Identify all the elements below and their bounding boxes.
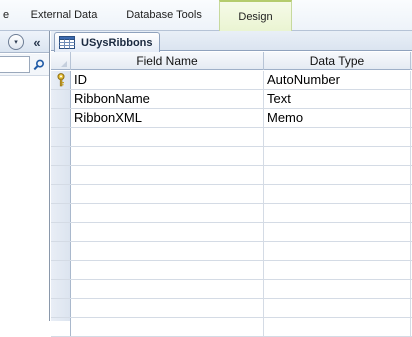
table-row[interactable] — [51, 185, 412, 204]
data-type-cell[interactable] — [264, 242, 411, 260]
row-selector[interactable] — [51, 299, 71, 317]
field-name-cell[interactable]: RibbonName — [71, 90, 264, 108]
field-name-cell[interactable] — [71, 223, 264, 241]
table-row[interactable]: ID AutoNumber — [51, 71, 412, 90]
table-icon — [59, 36, 75, 49]
select-all-corner[interactable] — [51, 52, 71, 70]
navigation-pane: ▾ « — [0, 31, 50, 321]
field-name-cell[interactable] — [71, 280, 264, 298]
data-type-cell[interactable] — [264, 147, 411, 165]
data-type-cell[interactable] — [264, 185, 411, 203]
search-icon[interactable] — [31, 56, 47, 73]
row-selector[interactable] — [51, 128, 71, 146]
table-row[interactable] — [51, 242, 412, 261]
data-type-cell[interactable]: Text — [264, 90, 411, 108]
field-name-cell[interactable]: RibbonXML — [71, 109, 264, 127]
column-header-field-name[interactable]: Field Name — [71, 52, 264, 70]
chevron-down-icon[interactable]: ▾ — [8, 34, 24, 50]
data-type-cell[interactable] — [264, 204, 411, 222]
row-selector[interactable] — [51, 147, 71, 165]
data-type-cell[interactable] — [264, 223, 411, 241]
data-type-cell[interactable]: Memo — [264, 109, 411, 127]
data-type-cell[interactable] — [264, 166, 411, 184]
nav-search-bar — [0, 54, 49, 76]
row-selector[interactable] — [51, 223, 71, 241]
row-selector[interactable] — [51, 166, 71, 184]
ribbon-tab-database-tools[interactable]: Database Tools — [118, 0, 210, 31]
table-row[interactable] — [51, 223, 412, 242]
search-input[interactable] — [0, 56, 30, 73]
field-name-cell[interactable] — [71, 166, 264, 184]
column-header-data-type[interactable]: Data Type — [264, 52, 411, 70]
row-selector[interactable] — [51, 242, 71, 260]
ribbon-tab-bar: e External Data Database Tools Design — [0, 0, 412, 31]
row-selector[interactable] — [51, 185, 71, 203]
field-name-cell[interactable] — [71, 261, 264, 279]
table-row[interactable] — [51, 280, 412, 299]
document-area: USysRibbons Field Name Data Type ID AutoN… — [51, 31, 412, 337]
grid-header-row: Field Name Data Type — [51, 52, 412, 70]
ribbon-tab-external-data[interactable]: External Data — [22, 0, 106, 31]
data-type-cell[interactable] — [264, 299, 411, 317]
nav-pane-header: ▾ « — [0, 31, 49, 53]
row-selector[interactable] — [51, 204, 71, 222]
row-selector[interactable] — [51, 90, 71, 108]
ribbon-tab-design[interactable]: Design — [219, 0, 292, 31]
data-type-cell[interactable] — [264, 261, 411, 279]
table-row[interactable] — [51, 147, 412, 166]
table-row[interactable] — [51, 299, 412, 318]
table-row[interactable] — [51, 261, 412, 280]
field-name-cell[interactable] — [71, 128, 264, 146]
row-selector[interactable] — [51, 71, 71, 89]
field-name-cell[interactable] — [71, 242, 264, 260]
field-name-cell[interactable]: ID — [71, 71, 264, 89]
data-type-cell[interactable]: AutoNumber — [264, 71, 411, 89]
ribbon-tab-partial[interactable]: e — [0, 0, 12, 31]
table-row[interactable] — [51, 166, 412, 185]
table-row[interactable]: RibbonXML Memo — [51, 109, 412, 128]
table-design-grid: Field Name Data Type ID AutoNumber RibbonN… — [51, 52, 412, 337]
document-tab-label: USysRibbons — [81, 36, 153, 49]
row-selector[interactable] — [51, 261, 71, 279]
grid-rows: ID AutoNumber RibbonName Text RibbonXML Memo — [51, 71, 412, 337]
field-name-cell[interactable] — [71, 185, 264, 203]
field-name-cell[interactable] — [71, 299, 264, 317]
table-row[interactable] — [51, 204, 412, 223]
data-type-cell[interactable] — [264, 128, 411, 146]
field-name-cell[interactable] — [71, 204, 264, 222]
table-row[interactable]: RibbonName Text — [51, 90, 412, 109]
data-type-cell[interactable] — [264, 280, 411, 298]
table-row[interactable] — [51, 128, 412, 147]
collapse-pane-icon[interactable]: « — [29, 34, 45, 50]
primary-key-icon — [57, 73, 65, 87]
document-tab-usysribbons[interactable]: USysRibbons — [54, 32, 160, 52]
row-selector[interactable] — [51, 109, 71, 127]
row-selector[interactable] — [51, 280, 71, 298]
document-tab-strip: USysRibbons — [51, 31, 412, 52]
field-name-cell[interactable] — [71, 147, 264, 165]
